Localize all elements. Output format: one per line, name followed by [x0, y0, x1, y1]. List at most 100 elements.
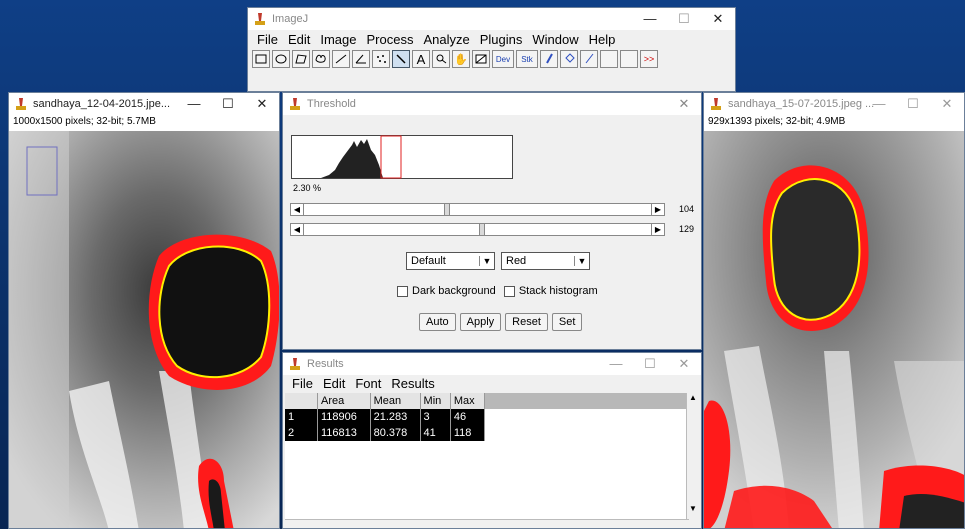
imagej-titlebar[interactable]: ImageJ — ☐ ✕ — [248, 8, 735, 30]
close-button[interactable]: ✕ — [667, 353, 701, 375]
magnifier-tool-icon[interactable] — [432, 50, 450, 68]
chevron-down-icon: ▼ — [574, 256, 589, 266]
vertical-scrollbar[interactable]: ▲ ▼ — [686, 393, 699, 521]
menu-image[interactable]: Image — [315, 31, 361, 48]
slider-right-arrow-icon[interactable]: ▶ — [651, 224, 664, 235]
close-button[interactable]: ✕ — [701, 8, 735, 30]
scroll-down-arrow-icon[interactable]: ▼ — [687, 504, 699, 513]
column-header[interactable]: Max — [450, 393, 486, 409]
close-button[interactable]: ✕ — [667, 93, 701, 115]
results-titlebar[interactable]: Results — ☐ ✕ — [283, 353, 701, 375]
stack-histogram-checkbox[interactable]: Stack histogram — [503, 285, 598, 297]
results-menu-results[interactable]: Results — [386, 375, 439, 392]
flood-fill-icon[interactable] — [560, 50, 578, 68]
min-threshold-slider[interactable]: ◀ ▶ — [290, 203, 665, 216]
column-header[interactable] — [285, 393, 318, 409]
apply-button[interactable]: Apply — [459, 313, 502, 331]
table-cell: 116813 — [317, 425, 371, 441]
threshold-titlebar[interactable]: Threshold ✕ — [283, 93, 701, 115]
threshold-mode-select[interactable]: Red ▼ — [501, 252, 590, 270]
rectangle-tool-icon[interactable] — [252, 50, 270, 68]
left-image-title: sandhaya_12-04-2015.jpe... — [33, 98, 170, 110]
maximize-button[interactable]: ☐ — [896, 93, 930, 115]
menu-analyze[interactable]: Analyze — [418, 31, 474, 48]
maximize-button[interactable]: ☐ — [667, 8, 701, 30]
close-button[interactable]: ✕ — [930, 93, 964, 115]
maximize-button[interactable]: ☐ — [633, 353, 667, 375]
color-picker-icon[interactable] — [472, 50, 490, 68]
dev-button[interactable]: Dev — [492, 50, 514, 68]
table-cell: 118 — [450, 425, 486, 441]
minimize-button[interactable]: — — [862, 93, 896, 115]
checkbox-box[interactable] — [397, 285, 408, 297]
column-header[interactable]: Area — [317, 393, 371, 409]
left-image-window: sandhaya_12-04-2015.jpe... — ☐ ✕ 1000x15… — [8, 92, 280, 529]
slider-left-arrow-icon[interactable]: ◀ — [291, 224, 304, 235]
brush-tool-icon[interactable] — [540, 50, 558, 68]
oval-tool-icon[interactable] — [272, 50, 290, 68]
menu-plugins[interactable]: Plugins — [475, 31, 528, 48]
scroll-up-arrow-icon[interactable]: ▲ — [687, 393, 699, 402]
table-cell: 118906 — [317, 409, 371, 425]
empty-tool-slot-1 — [600, 50, 618, 68]
polygon-tool-icon[interactable] — [292, 50, 310, 68]
min-slider-thumb[interactable] — [444, 204, 450, 215]
table-cell: 21.283 — [370, 409, 421, 425]
scroll-tool-icon[interactable]: ✋ — [452, 50, 470, 68]
threshold-percent: 2.30 % — [293, 183, 322, 193]
menu-help[interactable]: Help — [584, 31, 621, 48]
results-table: Area Mean Min Max 1 118906 21.283 3 46 2… — [285, 393, 486, 441]
imagej-icon — [255, 13, 265, 25]
menu-edit[interactable]: Edit — [283, 31, 315, 48]
results-menu-file[interactable]: File — [287, 375, 318, 392]
menu-process[interactable]: Process — [362, 31, 419, 48]
set-button[interactable]: Set — [551, 313, 583, 331]
dark-background-checkbox[interactable]: Dark background — [397, 285, 496, 297]
right-image-titlebar[interactable]: sandhaya_15-07-2015.jpeg ... — ☐ ✕ — [704, 93, 964, 115]
max-threshold-slider[interactable]: ◀ ▶ — [290, 223, 665, 236]
threshold-title: Threshold — [307, 98, 356, 110]
right-xray-canvas[interactable] — [704, 131, 965, 529]
freehand-tool-icon[interactable] — [312, 50, 330, 68]
reset-button[interactable]: Reset — [505, 313, 548, 331]
text-tool-icon[interactable]: A — [412, 50, 430, 68]
more-tools-button[interactable]: >> — [640, 50, 658, 68]
table-row[interactable]: 1 118906 21.283 3 46 — [285, 409, 486, 425]
maximize-button[interactable]: ☐ — [211, 93, 245, 115]
angle-tool-icon[interactable] — [352, 50, 370, 68]
minimize-button[interactable]: — — [633, 8, 667, 30]
slider-right-arrow-icon[interactable]: ▶ — [651, 204, 664, 215]
pencil-tool-icon[interactable] — [580, 50, 598, 68]
left-image-info: 1000x1500 pixels; 32-bit; 5.7MB — [9, 115, 279, 131]
stk-button[interactable]: Stk — [516, 50, 538, 68]
max-slider-thumb[interactable] — [479, 224, 485, 235]
table-header-row: Area Mean Min Max — [285, 393, 486, 409]
slider-left-arrow-icon[interactable]: ◀ — [291, 204, 304, 215]
threshold-method-value: Default — [411, 255, 446, 267]
menu-window[interactable]: Window — [527, 31, 583, 48]
checkbox-box[interactable] — [503, 285, 515, 297]
left-image-titlebar[interactable]: sandhaya_12-04-2015.jpe... — ☐ ✕ — [9, 93, 279, 115]
results-menu-edit[interactable]: Edit — [318, 375, 350, 392]
auto-button[interactable]: Auto — [419, 313, 456, 331]
table-cell: 3 — [420, 409, 451, 425]
horizontal-scrollbar[interactable] — [285, 519, 689, 528]
minimize-button[interactable]: — — [177, 93, 211, 115]
multipoint-tool-icon[interactable] — [372, 50, 390, 68]
left-xray-canvas[interactable] — [9, 131, 280, 529]
results-window: Results — ☐ ✕ File Edit Font Results Are… — [282, 352, 702, 529]
line-tool-icon[interactable] — [332, 50, 350, 68]
minimize-button[interactable]: — — [599, 353, 633, 375]
column-header[interactable]: Mean — [370, 393, 421, 409]
imagej-title: ImageJ — [272, 13, 309, 25]
table-row[interactable]: 2 116813 80.378 41 118 — [285, 425, 486, 441]
menu-file[interactable]: File — [252, 31, 283, 48]
threshold-method-select[interactable]: Default ▼ — [406, 252, 495, 270]
imagej-icon — [290, 98, 300, 110]
imagej-toolbar: A ✋ Dev Stk >> — [248, 48, 735, 70]
table-cell: 46 — [450, 409, 486, 425]
close-button[interactable]: ✕ — [245, 93, 279, 115]
wand-tool-icon[interactable] — [392, 50, 410, 68]
results-menu-font[interactable]: Font — [350, 375, 386, 392]
column-header[interactable]: Min — [420, 393, 451, 409]
